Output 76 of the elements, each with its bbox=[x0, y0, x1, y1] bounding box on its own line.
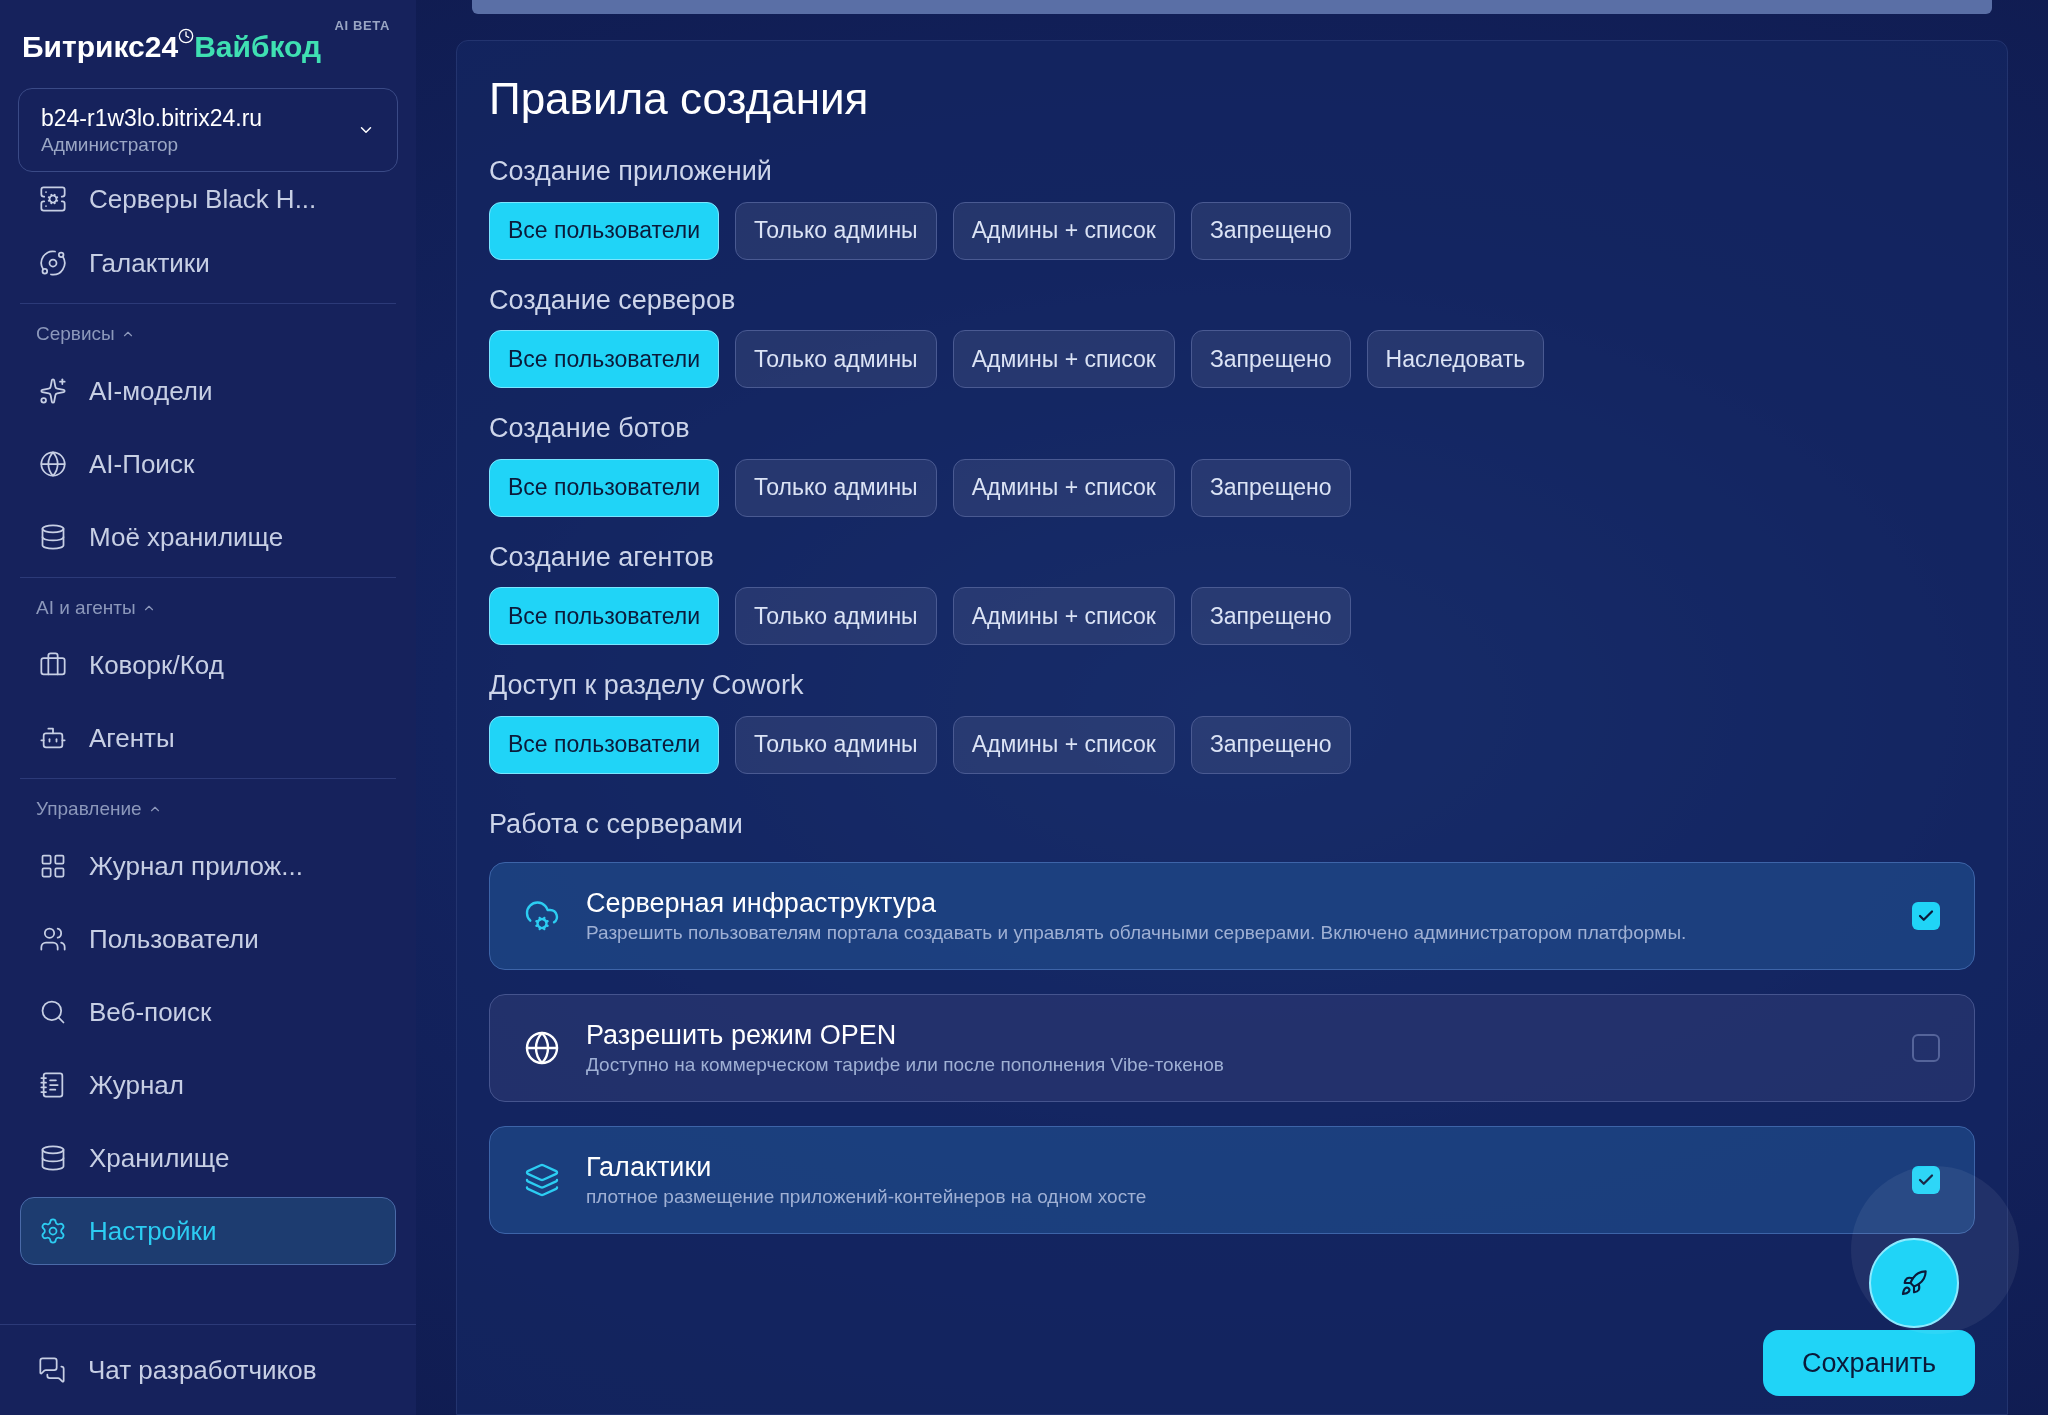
clock-icon bbox=[178, 28, 195, 44]
save-button[interactable]: Сохранить bbox=[1763, 1330, 1975, 1396]
grid-icon bbox=[39, 852, 67, 880]
option-button[interactable]: Только админы bbox=[735, 715, 937, 774]
card-title: Разрешить режим OPEN bbox=[586, 1019, 898, 1053]
rule-label: Доступ к разделу Cowork bbox=[489, 669, 805, 702]
option-button[interactable]: Только админы bbox=[735, 330, 937, 388]
option-button[interactable]: Запрещено bbox=[1190, 587, 1351, 645]
sidebar-item[interactable]: Чат разработчиков bbox=[20, 1345, 396, 1395]
checkbox[interactable] bbox=[1912, 902, 1940, 930]
option-button[interactable]: Все пользователи bbox=[489, 330, 720, 388]
sidebar-item[interactable]: Моё хранилище bbox=[20, 503, 396, 571]
card-description: Разрешить пользователям портала создавать и управлять облачными серверами. Включено администратором платформы. bbox=[586, 921, 1688, 945]
beta-label: AI BETA bbox=[334, 17, 390, 35]
rocket-icon bbox=[1900, 1269, 1928, 1297]
sidebar-item[interactable]: Коворк/Код bbox=[20, 631, 396, 699]
settings-icon bbox=[39, 1217, 67, 1245]
sidebar-item[interactable]: Пользователи bbox=[20, 905, 396, 973]
sidebar-item[interactable]: Галактики bbox=[20, 229, 396, 297]
option-button[interactable]: Админы + список bbox=[952, 587, 1175, 645]
orbit-icon bbox=[39, 249, 67, 277]
checkbox[interactable] bbox=[1912, 1166, 1940, 1194]
option-button[interactable]: Все пользователи bbox=[489, 587, 720, 645]
logo-product: Вайбкод bbox=[194, 32, 322, 62]
sidebar-item[interactable]: Настройки bbox=[20, 1197, 396, 1265]
section-title: Работа с серверами bbox=[489, 807, 744, 841]
search-icon bbox=[39, 998, 67, 1026]
sidebar-item[interactable]: AI-Поиск bbox=[20, 430, 396, 498]
card-description: плотное размещение приложений-контейнеров на одном хосте bbox=[586, 1185, 1148, 1209]
option-button[interactable]: Только админы bbox=[735, 201, 937, 260]
database-icon bbox=[39, 1144, 67, 1172]
globe-icon bbox=[524, 1030, 560, 1066]
rule-label: Создание агентов bbox=[489, 540, 715, 574]
layers-icon bbox=[524, 1162, 560, 1198]
option-button[interactable]: Запрещено bbox=[1190, 458, 1351, 517]
option-button[interactable]: Админы + список bbox=[952, 330, 1175, 388]
rule-label: Создание приложений bbox=[489, 155, 773, 188]
users-icon bbox=[39, 925, 67, 953]
sidebar-item[interactable]: AI-модели bbox=[20, 357, 396, 425]
rule-label: Создание серверов bbox=[489, 283, 737, 317]
option-button[interactable]: Все пользователи bbox=[489, 201, 720, 260]
option-button[interactable]: Админы + список bbox=[952, 715, 1175, 774]
option-button[interactable]: Запрещено bbox=[1190, 201, 1351, 260]
option-button[interactable]: Запрещено bbox=[1190, 330, 1351, 388]
option-button[interactable]: Админы + список bbox=[952, 458, 1175, 517]
section-header: Сервисы bbox=[36, 321, 115, 346]
chat-icon bbox=[38, 1356, 66, 1384]
sidebar-item[interactable]: Журнал bbox=[20, 1051, 396, 1119]
card-description: Доступно на коммерческом тарифе или после пополнения Vibe-токенов bbox=[586, 1053, 1225, 1077]
option-button[interactable]: Только админы bbox=[735, 458, 937, 517]
sidebar-item[interactable]: Хранилище bbox=[20, 1124, 396, 1192]
account-selector[interactable]: b24-r1w3lo.bitrix24.ru Администратор bbox=[18, 88, 398, 172]
account-domain: b24-r1w3lo.bitrix24.ru bbox=[41, 103, 264, 133]
sidebar-item[interactable]: Серверы Black H... bbox=[20, 174, 396, 224]
option-button[interactable]: Все пользователи bbox=[489, 715, 720, 774]
section-header: Управление bbox=[36, 796, 142, 821]
page-title: Правила создания bbox=[489, 77, 870, 121]
section-header: AI и агенты bbox=[36, 595, 136, 620]
sidebar-item[interactable]: Веб-поиск bbox=[20, 978, 396, 1046]
rule-label: Создание ботов bbox=[489, 412, 691, 445]
account-role: Администратор bbox=[41, 132, 180, 157]
sparkles-icon bbox=[39, 377, 67, 405]
card-title: Серверная инфраструктура bbox=[586, 887, 937, 921]
option-button[interactable]: Только админы bbox=[735, 587, 937, 645]
sidebar-item[interactable]: Агенты bbox=[20, 704, 396, 772]
logo-brand: Битрикс24 bbox=[22, 32, 179, 62]
database-icon bbox=[39, 523, 67, 551]
card-title: Галактики bbox=[586, 1151, 713, 1185]
option-button[interactable]: Все пользователи bbox=[489, 458, 720, 517]
sidebar-item[interactable]: Журнал прилож... bbox=[20, 832, 396, 900]
globe-icon bbox=[39, 450, 67, 478]
option-button[interactable]: Наследовать bbox=[1366, 330, 1545, 388]
option-button[interactable]: Админы + список bbox=[952, 201, 1175, 260]
checkbox[interactable] bbox=[1912, 1034, 1940, 1062]
server-icon bbox=[39, 185, 67, 213]
option-button[interactable]: Запрещено bbox=[1190, 715, 1351, 774]
